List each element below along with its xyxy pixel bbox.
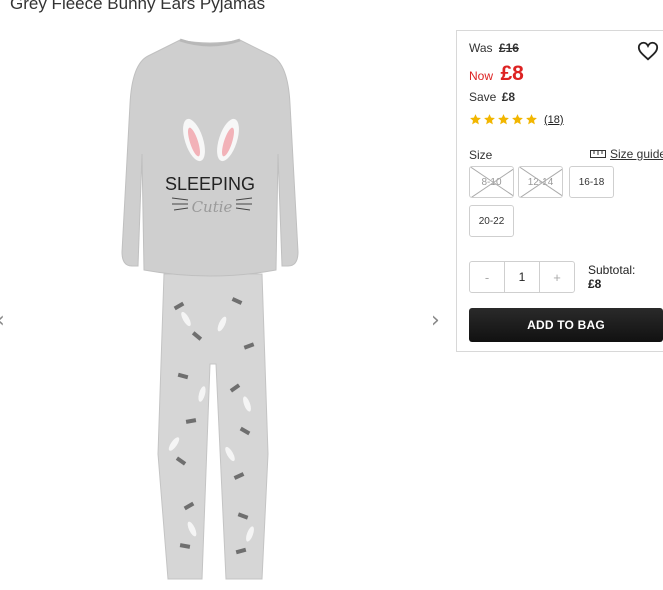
add-to-bag-button[interactable]: ADD TO BAG: [469, 308, 663, 342]
star-icon: [498, 114, 509, 125]
gallery-prev-icon[interactable]: ‹: [0, 308, 5, 333]
review-count-link[interactable]: (18): [544, 114, 564, 126]
size-guide-link[interactable]: Size guide: [590, 147, 663, 161]
quantity-stepper: - 1 +: [469, 261, 575, 293]
product-title: Grey Fleece Bunny Ears Pyjamas: [10, 0, 266, 13]
was-label: Was: [469, 41, 493, 55]
now-price: Now £8: [469, 62, 524, 86]
size-option-16-18[interactable]: 16-18: [569, 166, 614, 198]
sweatshirt-text: SLEEPING: [165, 174, 255, 194]
size-label: Size: [469, 148, 493, 162]
subtotal: Subtotal: £8: [588, 263, 635, 291]
star-icon: [526, 114, 537, 125]
gallery-next-icon[interactable]: ›: [431, 308, 440, 333]
save-amount: Save £8: [469, 90, 515, 104]
size-option-12-14[interactable]: 12-14: [518, 166, 563, 198]
was-price: Was £16: [469, 41, 519, 55]
quantity-decrease-button[interactable]: -: [470, 262, 504, 292]
product-image: SLEEPING Cutie: [121, 38, 299, 580]
ruler-icon: [590, 150, 606, 158]
subtotal-value: £8: [588, 277, 602, 291]
save-label: Save: [469, 90, 497, 104]
rating: (18): [469, 113, 564, 126]
heart-icon[interactable]: [637, 40, 659, 62]
quantity-increase-button[interactable]: +: [540, 262, 574, 292]
save-value: £8: [501, 90, 516, 104]
star-icon: [470, 114, 481, 125]
quantity-input[interactable]: 1: [504, 262, 540, 292]
now-amount: £8: [500, 62, 524, 85]
star-icon: [484, 114, 495, 125]
sweatshirt-script: Cutie: [192, 198, 233, 216]
size-option-8-10[interactable]: 8-10: [469, 166, 514, 198]
star-icon: [512, 114, 523, 125]
was-amount: £16: [498, 41, 519, 55]
subtotal-label: Subtotal:: [588, 263, 636, 277]
size-guide-label: Size guide: [610, 147, 663, 161]
now-label: Now: [469, 69, 494, 83]
size-option-20-22[interactable]: 20-22: [469, 205, 514, 237]
